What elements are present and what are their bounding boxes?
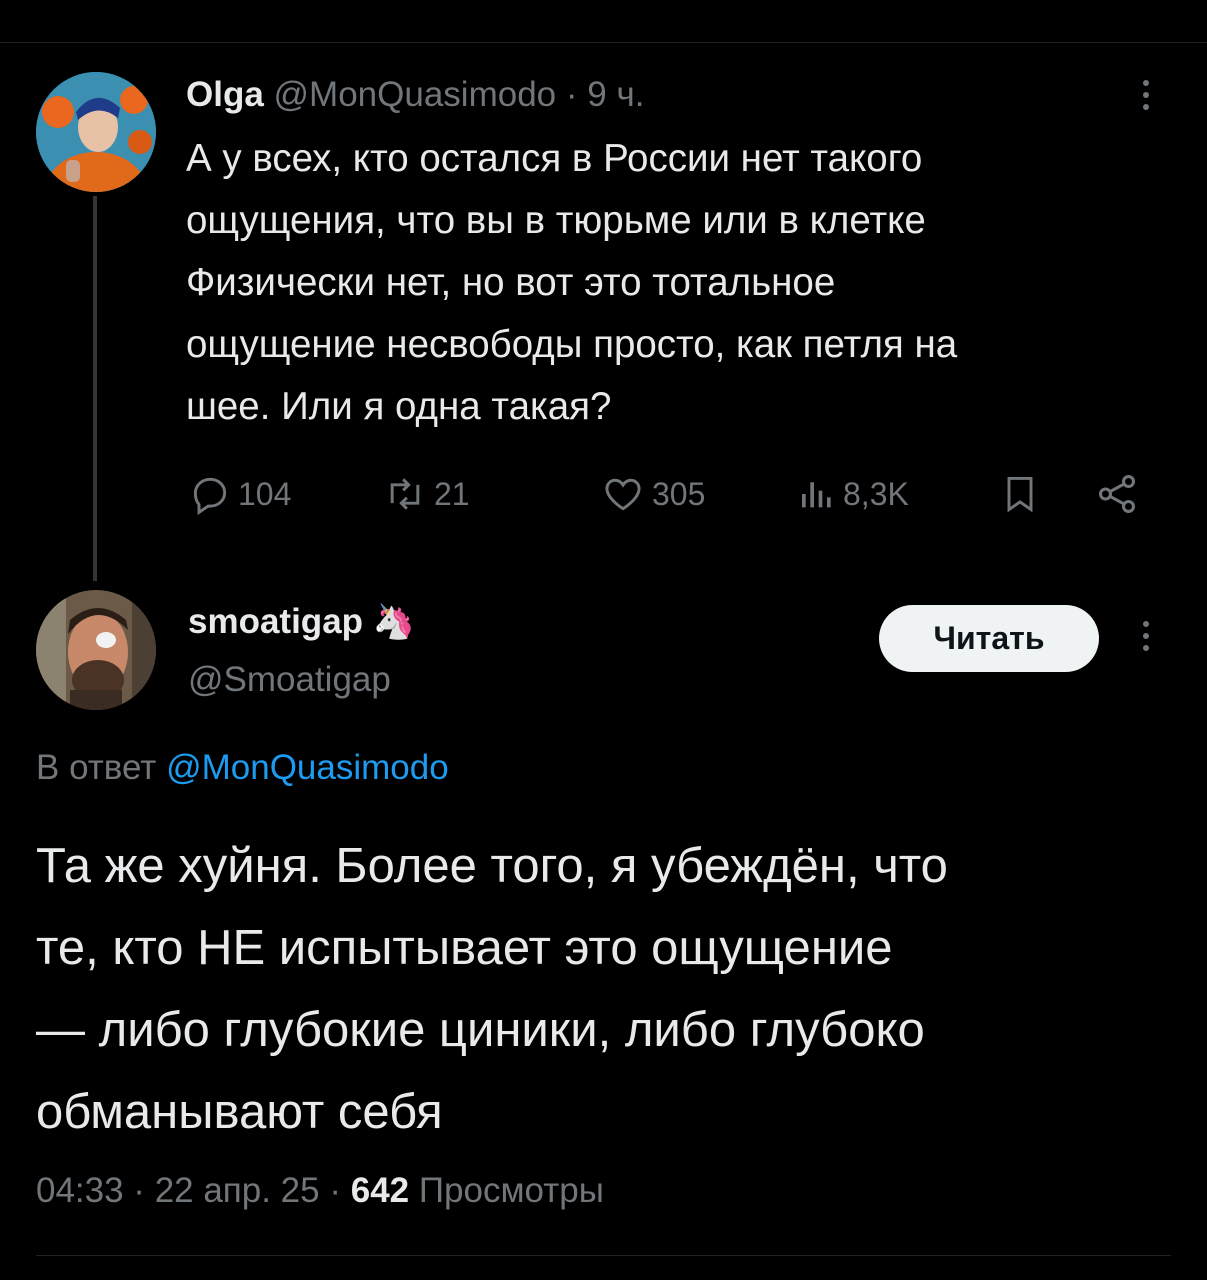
reply-text-line: те, кто НЕ испытывает это ощущение xyxy=(36,921,893,975)
smoatigap-display-name-row: smoatigap 🦄 xyxy=(188,600,415,644)
heart-icon xyxy=(605,478,641,511)
reply-text: Та же хуйня. Более того, я убеждён, что … xyxy=(36,825,1176,1153)
header-separator: · xyxy=(565,75,578,114)
repost-icon xyxy=(390,478,420,510)
more-icon[interactable] xyxy=(1142,80,1150,116)
reply-meta: 04:33 · 22 апр. 25 · 642 Просмотры xyxy=(36,1168,604,1214)
reply-text-line: Та же хуйня. Более того, я убеждён, что xyxy=(36,839,948,893)
olga-handle[interactable]: @MonQuasimodo xyxy=(274,75,557,114)
reply-views-label: Просмотры xyxy=(418,1171,604,1210)
reply-count: 104 xyxy=(238,475,292,512)
tweet-header: Olga @MonQuasimodo · 9 ч. xyxy=(186,74,644,116)
thread-line xyxy=(93,196,97,581)
reply-timestamp[interactable]: 04:33 · 22 апр. 25 · xyxy=(36,1171,341,1210)
follow-button[interactable]: Читать xyxy=(879,605,1099,672)
smoatigap-display-name[interactable]: smoatigap xyxy=(188,602,363,641)
tweet-time[interactable]: 9 ч. xyxy=(587,75,644,114)
top-divider xyxy=(0,42,1207,43)
views-count: 8,3K xyxy=(843,475,909,512)
share-icon xyxy=(1098,475,1136,513)
bottom-divider xyxy=(36,1255,1171,1256)
in-reply-prefix: В ответ xyxy=(36,748,157,787)
olga-avatar[interactable] xyxy=(36,72,156,192)
views-action[interactable]: 8,3K xyxy=(797,470,909,518)
reply-text-line: обманывают себя xyxy=(36,1085,443,1139)
reply-action[interactable]: 104 xyxy=(188,470,291,518)
share-action[interactable] xyxy=(1094,470,1146,518)
tweet-text-line: А у всех, кто остался в России нет таког… xyxy=(186,137,923,180)
tweet-text: А у всех, кто остался в России нет таког… xyxy=(186,128,1176,438)
views-icon xyxy=(802,482,831,508)
bookmark-icon xyxy=(1007,476,1033,513)
tweet-text-line: ощущение несвободы просто, как петля на xyxy=(186,323,958,366)
smoatigap-avatar[interactable] xyxy=(36,590,156,710)
smoatigap-avatar-image xyxy=(36,590,156,710)
tweet-text-line: ощущения, что вы в тюрьме или в клетке xyxy=(186,199,926,242)
olga-avatar-image xyxy=(36,72,156,192)
tweet-text-line: шее. Или я одна такая? xyxy=(186,385,612,428)
repost-count: 21 xyxy=(434,475,470,512)
reply-text-line: — либо глубокие циники, либо глубоко xyxy=(36,1003,925,1057)
in-reply-handle-link[interactable]: @MonQuasimodo xyxy=(166,748,449,787)
more-icon[interactable] xyxy=(1142,621,1150,657)
bookmark-action[interactable] xyxy=(998,470,1048,518)
like-action[interactable]: 305 xyxy=(600,470,705,518)
repost-action[interactable]: 21 xyxy=(382,470,470,518)
in-reply-to: В ответ @MonQuasimodo xyxy=(36,746,449,790)
tweet-text-line: Физически нет, но вот это тотальное xyxy=(186,261,836,304)
like-count: 305 xyxy=(652,475,706,512)
olga-display-name[interactable]: Olga xyxy=(186,75,264,114)
smoatigap-handle[interactable]: @Smoatigap xyxy=(188,658,391,702)
reply-views-count: 642 xyxy=(350,1171,410,1210)
unicorn-icon: 🦄 xyxy=(372,603,416,641)
reply-icon xyxy=(193,477,227,516)
